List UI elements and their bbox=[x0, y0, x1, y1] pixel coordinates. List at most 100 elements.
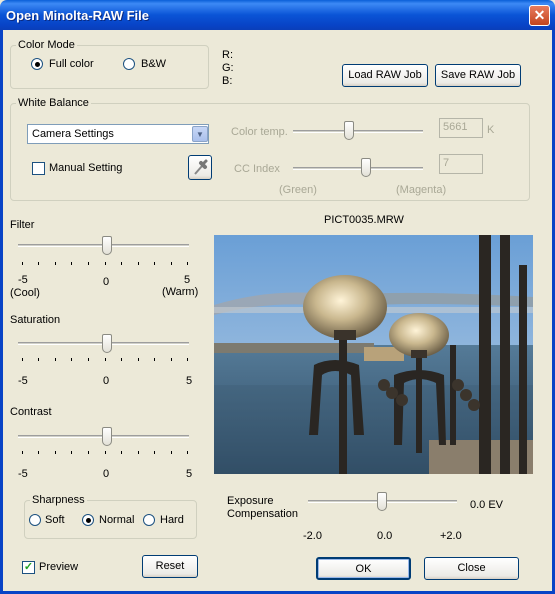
tick bbox=[22, 451, 23, 454]
tick bbox=[22, 358, 23, 361]
tick bbox=[138, 262, 139, 265]
preview-label: Preview bbox=[39, 561, 79, 573]
sharpness-normal-label: Normal bbox=[99, 514, 135, 526]
filter-max-sub: (Warm) bbox=[162, 286, 199, 298]
window-close-button[interactable]: ✕ bbox=[529, 5, 550, 26]
tick bbox=[138, 358, 139, 361]
eyedropper-button[interactable] bbox=[188, 155, 212, 180]
tick bbox=[121, 451, 122, 454]
magenta-label: (Magenta) bbox=[396, 184, 447, 196]
white-balance-group: White Balance bbox=[10, 97, 530, 201]
saturation-min: -5 bbox=[18, 375, 28, 387]
tick bbox=[38, 358, 39, 361]
sharpness-soft-label: Soft bbox=[45, 514, 65, 526]
tick bbox=[71, 262, 72, 265]
cc-index-field[interactable]: 7 bbox=[439, 154, 483, 174]
color-temp-unit: K bbox=[487, 124, 495, 136]
g-readout: G: bbox=[222, 62, 234, 74]
exposure-mid: 0.0 bbox=[377, 530, 393, 542]
tick bbox=[55, 451, 56, 454]
sharpness-hard-radio[interactable] bbox=[143, 514, 155, 526]
manual-setting-checkbox[interactable] bbox=[32, 162, 45, 175]
filter-max: 5 bbox=[184, 274, 191, 286]
exposure-thumb[interactable] bbox=[377, 492, 387, 511]
chevron-down-icon: ▼ bbox=[192, 126, 208, 142]
contrast-mid: 0 bbox=[103, 468, 110, 480]
tick bbox=[105, 262, 106, 265]
filter-thumb[interactable] bbox=[102, 236, 112, 255]
tick bbox=[105, 358, 106, 361]
white-balance-legend: White Balance bbox=[18, 97, 89, 109]
saturation-thumb[interactable] bbox=[102, 334, 112, 353]
tick bbox=[171, 262, 172, 265]
eyedropper-icon bbox=[194, 159, 208, 175]
window-frame-left bbox=[0, 30, 3, 594]
tick bbox=[22, 262, 23, 265]
tick bbox=[171, 451, 172, 454]
color-temp-label: Color temp. bbox=[231, 126, 288, 138]
tick bbox=[154, 451, 155, 454]
tick bbox=[138, 451, 139, 454]
contrast-thumb[interactable] bbox=[102, 427, 112, 446]
ok-button[interactable]: OK bbox=[316, 557, 411, 580]
tick bbox=[171, 358, 172, 361]
white-balance-dropdown[interactable]: Camera Settings ▼ bbox=[27, 124, 209, 144]
color-temp-track bbox=[293, 130, 423, 133]
close-button[interactable]: Close bbox=[424, 557, 519, 580]
tick bbox=[88, 358, 89, 361]
color-temp-field[interactable]: 5661 bbox=[439, 118, 483, 138]
filter-mid: 0 bbox=[103, 276, 110, 288]
r-readout: R: bbox=[222, 49, 233, 61]
color-temp-thumb[interactable] bbox=[344, 121, 354, 140]
exposure-label-line2: Compensation bbox=[227, 508, 298, 520]
tick bbox=[187, 451, 188, 454]
window-title: Open Minolta-RAW File bbox=[6, 8, 149, 23]
bw-radio[interactable] bbox=[123, 58, 135, 70]
tick bbox=[121, 358, 122, 361]
tick bbox=[55, 358, 56, 361]
saturation-label: Saturation bbox=[10, 314, 61, 326]
reset-button[interactable]: Reset bbox=[142, 555, 198, 578]
preview-filename: PICT0035.MRW bbox=[324, 214, 404, 226]
tick bbox=[71, 451, 72, 454]
saturation-max: 5 bbox=[186, 375, 193, 387]
filter-ticks bbox=[22, 262, 188, 266]
sharpness-legend: Sharpness bbox=[32, 494, 85, 506]
white-balance-value: Camera Settings bbox=[32, 128, 114, 140]
saturation-mid: 0 bbox=[103, 375, 110, 387]
tick bbox=[38, 451, 39, 454]
contrast-label: Contrast bbox=[10, 406, 52, 418]
load-raw-job-button[interactable]: Load RAW Job bbox=[342, 64, 428, 87]
tick bbox=[154, 262, 155, 265]
full-color-label: Full color bbox=[49, 58, 94, 70]
exposure-max: +2.0 bbox=[440, 530, 462, 542]
b-readout: B: bbox=[222, 75, 233, 87]
green-label: (Green) bbox=[279, 184, 317, 196]
tick bbox=[38, 262, 39, 265]
tick bbox=[88, 451, 89, 454]
cc-index-track bbox=[293, 167, 423, 170]
full-color-radio[interactable] bbox=[31, 58, 43, 70]
sharpness-hard-label: Hard bbox=[160, 514, 184, 526]
preview-checkbox[interactable]: ✓ bbox=[22, 561, 35, 574]
save-raw-job-button[interactable]: Save RAW Job bbox=[435, 64, 521, 87]
tick bbox=[187, 358, 188, 361]
tick bbox=[88, 262, 89, 265]
contrast-min: -5 bbox=[18, 468, 28, 480]
filter-label: Filter bbox=[10, 219, 35, 231]
sharpness-normal-radio[interactable] bbox=[82, 514, 94, 526]
filter-min-sub: (Cool) bbox=[10, 287, 40, 299]
cc-index-thumb[interactable] bbox=[361, 158, 371, 177]
preview-image bbox=[214, 235, 533, 474]
filter-min: -5 bbox=[18, 274, 28, 286]
exposure-value: 0.0 EV bbox=[470, 499, 504, 511]
contrast-ticks bbox=[22, 451, 188, 455]
tick bbox=[121, 262, 122, 265]
color-mode-legend: Color Mode bbox=[18, 39, 75, 51]
tick bbox=[105, 451, 106, 454]
cc-index-label: CC Index bbox=[234, 163, 280, 175]
sharpness-soft-radio[interactable] bbox=[29, 514, 41, 526]
tick bbox=[71, 358, 72, 361]
contrast-max: 5 bbox=[186, 468, 193, 480]
exposure-min: -2.0 bbox=[303, 530, 322, 542]
